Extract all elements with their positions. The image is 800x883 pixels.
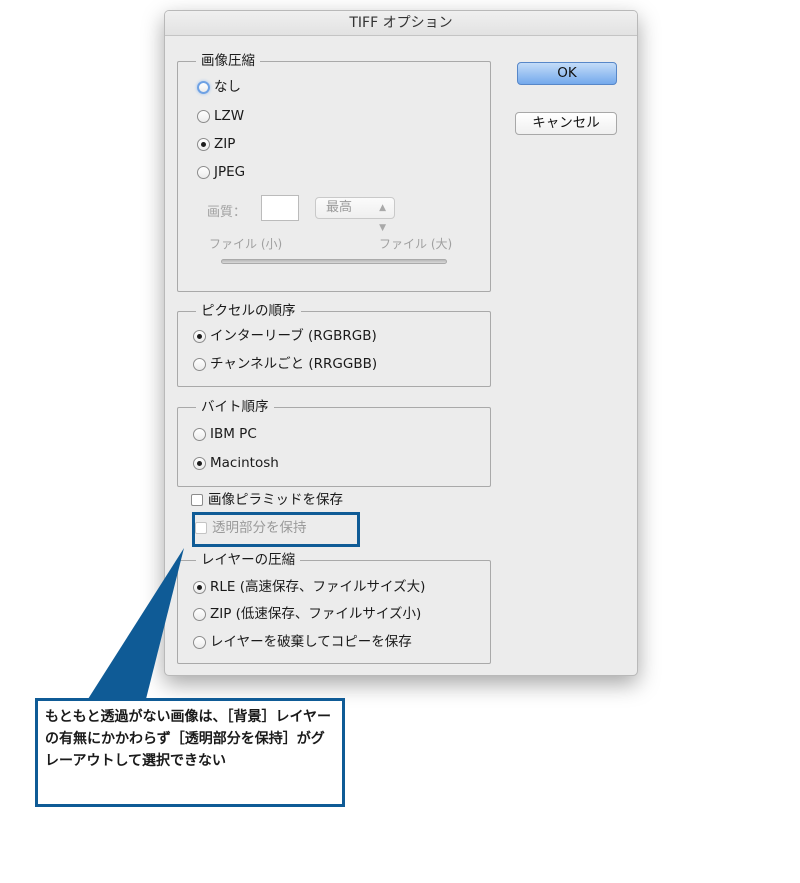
highlight-frame	[192, 512, 360, 547]
callout-note: もともと透過がない画像は、［背景］レイヤーの有無にかかわらず［透明部分を保持］が…	[35, 698, 345, 807]
